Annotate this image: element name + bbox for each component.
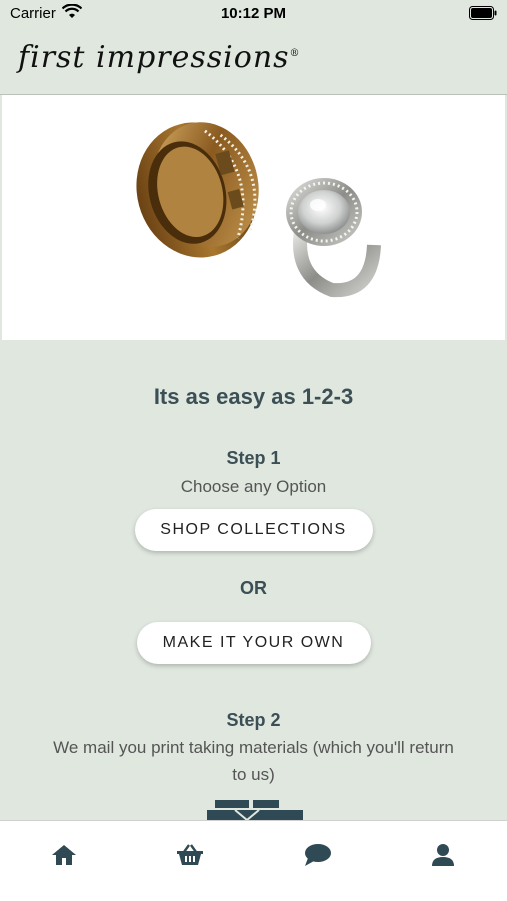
tab-home[interactable] bbox=[44, 837, 84, 877]
bottom-tab-bar bbox=[0, 820, 507, 901]
logo-text: first impressions bbox=[18, 40, 290, 75]
step-1-description: Choose any Option bbox=[180, 477, 327, 496]
tab-basket[interactable] bbox=[170, 837, 210, 877]
registered-mark: ® bbox=[289, 48, 301, 59]
rings-image bbox=[136, 122, 381, 298]
tab-profile[interactable] bbox=[423, 837, 463, 877]
app-header: first impressions® bbox=[0, 28, 507, 95]
profile-icon bbox=[431, 843, 455, 872]
basket-icon bbox=[176, 843, 204, 872]
step-2-description: We mail you print taking materials (whic… bbox=[53, 738, 454, 784]
step-2-title: Step 2 bbox=[226, 710, 281, 730]
clock: 10:12 PM bbox=[220, 5, 287, 22]
shop-collections-button[interactable]: SHOP COLLECTIONS bbox=[134, 509, 373, 551]
home-icon bbox=[51, 843, 77, 872]
tab-chat[interactable] bbox=[298, 837, 338, 877]
or-label: OR bbox=[240, 578, 267, 598]
hero-banner[interactable] bbox=[2, 95, 505, 340]
status-bar: Carrier 10:12 PM bbox=[0, 0, 507, 28]
step-1-title: Step 1 bbox=[226, 448, 281, 468]
chat-icon bbox=[304, 843, 332, 872]
page-headline: Its as easy as 1-2-3 bbox=[153, 384, 354, 409]
make-it-your-own-button[interactable]: MAKE IT YOUR OWN bbox=[136, 622, 371, 664]
brand-logo[interactable]: first impressions® bbox=[18, 40, 301, 75]
battery-icon bbox=[469, 6, 497, 24]
